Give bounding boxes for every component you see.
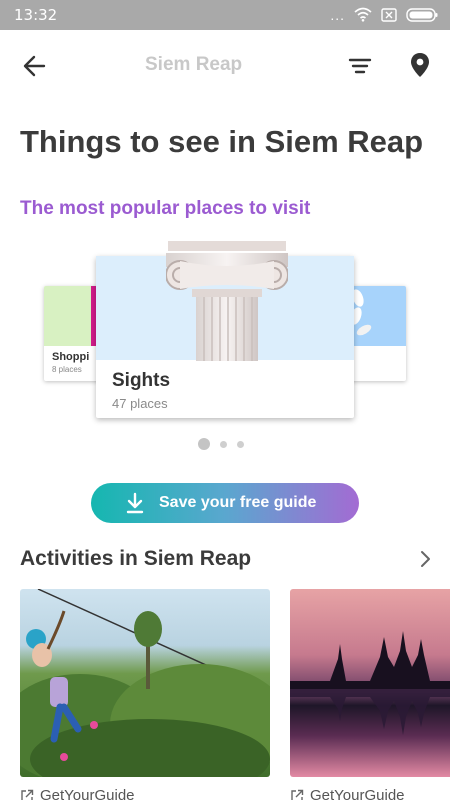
page-subtitle: The most popular places to visit [20, 198, 311, 219]
activity-provider-link[interactable]: GetYourGuide [20, 787, 270, 800]
card-image [350, 286, 406, 346]
activity-image-angkor-sunset [290, 589, 450, 777]
activity-card[interactable]: GetYourGuide [290, 589, 450, 800]
card-count: 47 places [112, 396, 168, 411]
pagination-dot[interactable] [198, 438, 210, 450]
card-name: Shoppi [52, 351, 90, 363]
app-bar: Siem Reap [0, 30, 450, 102]
battery-icon [406, 7, 438, 22]
carousel-pagination[interactable] [198, 438, 244, 450]
map-pin-icon[interactable] [406, 50, 434, 80]
activity-image-zipline [20, 589, 270, 777]
external-link-icon [291, 789, 304, 800]
carousel-card-shopping[interactable]: Shoppi 8 places [44, 286, 104, 381]
save-guide-label: Save your free guide [159, 494, 317, 511]
activity-provider-name: GetYourGuide [40, 787, 135, 800]
filter-icon[interactable] [346, 52, 374, 80]
pagination-dot[interactable] [237, 440, 244, 448]
external-link-icon [21, 789, 34, 800]
status-bar: 13:32 ... [0, 0, 450, 30]
status-icons: ... [330, 7, 438, 22]
activities-section-title: Activities in Siem Reap [20, 547, 252, 570]
activity-provider-name: GetYourGuide [310, 787, 405, 800]
card-count: 8 places [52, 365, 82, 374]
no-sim-icon [381, 7, 397, 22]
flower-image [350, 289, 372, 336]
download-icon [126, 492, 144, 514]
activity-provider-link[interactable]: GetYourGuide [290, 787, 450, 800]
app-bar-title: Siem Reap [145, 54, 243, 75]
chevron-right-icon[interactable] [415, 548, 435, 570]
status-time: 13:32 [14, 6, 58, 24]
back-arrow-icon[interactable] [20, 52, 50, 80]
wifi-icon [354, 7, 372, 22]
pagination-dot[interactable] [220, 440, 227, 448]
activity-card[interactable]: GetYourGuide [20, 589, 270, 800]
card-image [44, 286, 104, 346]
status-dots: ... [330, 6, 345, 23]
save-guide-button[interactable]: Save your free guide [91, 483, 359, 523]
card-name: Sights [112, 370, 171, 391]
carousel-card-next[interactable] [350, 286, 406, 381]
page-title: Things to see in Siem Reap [20, 124, 424, 159]
ionic-column-image [166, 241, 288, 361]
